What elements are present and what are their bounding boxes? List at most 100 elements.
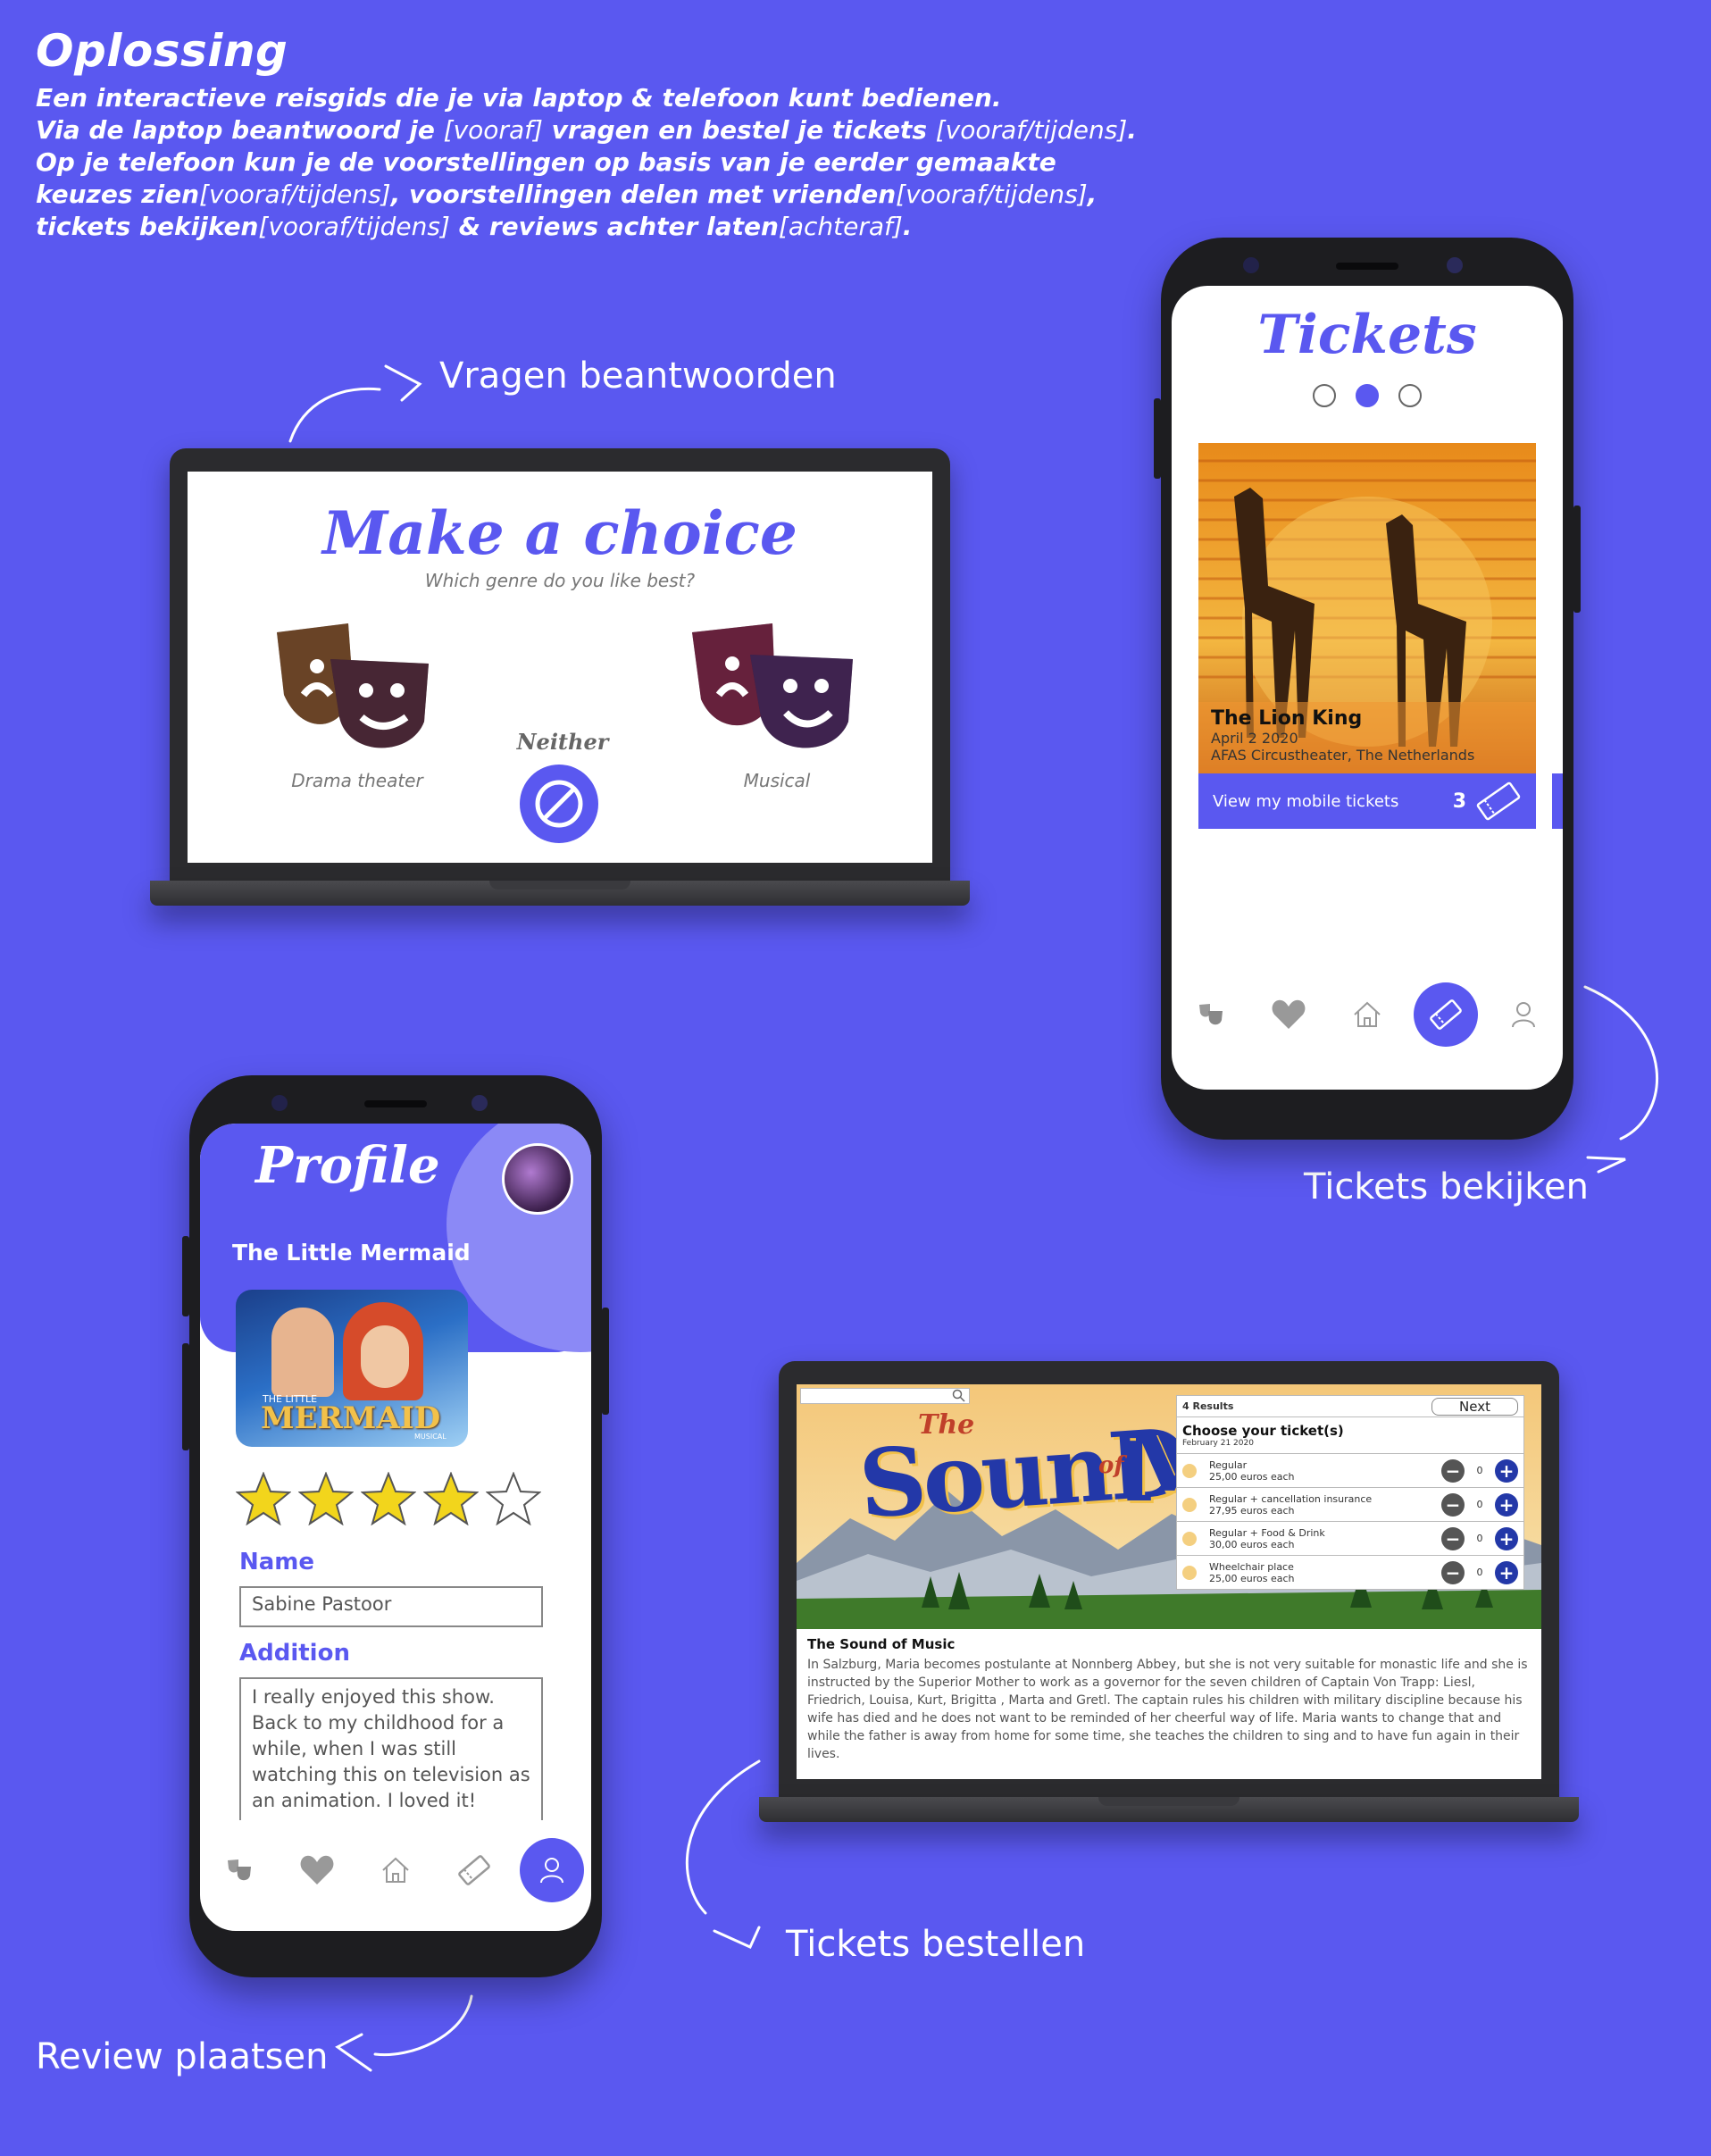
laptop-order: The SounD of M 4 Results Next Choose you…	[759, 1361, 1579, 1826]
star-empty-icon[interactable]	[486, 1472, 541, 1525]
star-filled-icon[interactable]	[423, 1472, 479, 1525]
search-icon[interactable]	[952, 1389, 966, 1403]
nav-genres[interactable]	[1179, 982, 1243, 1047]
decrease-button[interactable]: −	[1441, 1560, 1465, 1584]
poster-of: of	[1098, 1452, 1124, 1479]
search-box[interactable]	[800, 1388, 970, 1404]
increase-button[interactable]: +	[1495, 1526, 1518, 1550]
musical-masks-icon	[692, 623, 853, 748]
star-filled-icon[interactable]	[236, 1472, 291, 1525]
option-bullet	[1182, 1565, 1197, 1580]
phone-speaker	[1336, 263, 1398, 270]
arrow-questions	[288, 387, 381, 443]
nav-home[interactable]	[1335, 982, 1399, 1047]
option-price: 27,95 euros each	[1209, 1504, 1295, 1517]
phone-profile: Profile The Little Mermaid THE LITTLE ME…	[182, 1075, 609, 1977]
caption-view-tickets: Tickets bekijken	[1304, 1166, 1589, 1208]
order-screen: The SounD of M 4 Results Next Choose you…	[797, 1384, 1541, 1779]
musical-option[interactable]	[688, 623, 866, 757]
quantity-value: 0	[1476, 1567, 1483, 1578]
ticket-selection-panel: 4 Results Next Choose your ticket(s) Feb…	[1176, 1395, 1524, 1590]
view-tickets-button[interactable]: View my mobile tickets 3	[1198, 773, 1536, 829]
caption-review: Review plaatsen	[36, 2036, 329, 2077]
phone-sensor	[271, 1095, 288, 1111]
next-button[interactable]: Next	[1431, 1397, 1518, 1416]
description-box: The Sound of Music In Salzburg, Maria be…	[797, 1629, 1541, 1779]
carousel-dot-2[interactable]	[1356, 384, 1379, 407]
nav-profile[interactable]	[520, 1838, 585, 1902]
heart-icon	[300, 1855, 334, 1884]
nav-tickets[interactable]	[442, 1838, 506, 1902]
addition-field[interactable]: I really enjoyed this show. Back to my c…	[239, 1677, 543, 1820]
profile-show-title: The Little Mermaid	[232, 1240, 471, 1266]
nav-home[interactable]	[363, 1838, 428, 1902]
show-venue: AFAS Circustheater, The Netherlands	[1211, 747, 1475, 764]
nav-favorites[interactable]	[285, 1838, 349, 1902]
heart-icon	[1272, 999, 1306, 1029]
profile-title: Profile	[255, 1136, 440, 1195]
ticket-option-row: Regular + Food & Drink 30,00 euros each −0…	[1177, 1521, 1523, 1555]
carousel-dots	[1172, 384, 1563, 407]
name-field[interactable]: Sabine Pastoor	[239, 1586, 543, 1627]
neither-label: Neither	[516, 729, 609, 755]
ticket-option-row: Regular 25,00 euros each −0 +	[1177, 1453, 1523, 1487]
ticket-icon	[1429, 999, 1462, 1030]
quantity-value: 0	[1476, 1465, 1483, 1476]
quantity-value: 0	[1476, 1499, 1483, 1510]
choose-heading: Choose your ticket(s)	[1182, 1423, 1344, 1439]
phone-tickets: Tickets The Lion King April 2 2020 AFAS …	[1154, 238, 1581, 1140]
carousel-dot-1[interactable]	[1313, 384, 1336, 407]
ticket-card[interactable]: The Lion King April 2 2020 AFAS Circusth…	[1198, 443, 1536, 829]
option-name: Regular	[1209, 1458, 1248, 1471]
next-card-peek	[1552, 773, 1563, 829]
phone-speaker	[364, 1100, 427, 1107]
name-label: Name	[239, 1549, 315, 1575]
show-poster: THE LITTLE MERMAID MUSICAL	[236, 1290, 468, 1447]
avatar[interactable]	[502, 1143, 573, 1215]
results-count: 4 Results	[1182, 1400, 1234, 1412]
carousel-dot-3[interactable]	[1398, 384, 1422, 407]
increase-button[interactable]: +	[1495, 1492, 1518, 1517]
view-tickets-label: View my mobile tickets	[1213, 791, 1399, 811]
neither-button[interactable]	[520, 765, 598, 843]
decrease-button[interactable]: −	[1441, 1526, 1465, 1550]
tickets-screen: Tickets The Lion King April 2 2020 AFAS …	[1172, 286, 1563, 1090]
increase-button[interactable]: +	[1495, 1458, 1518, 1483]
choice-screen: Make a choice Which genre do you like be…	[188, 472, 932, 863]
option-price: 30,00 euros each	[1209, 1538, 1295, 1550]
nav-profile[interactable]	[1491, 982, 1556, 1047]
star-filled-icon[interactable]	[298, 1472, 354, 1525]
show-title: The Lion King	[1211, 707, 1363, 730]
increase-button[interactable]: +	[1495, 1560, 1518, 1584]
option-name: Wheelchair place	[1209, 1560, 1294, 1573]
drama-masks-icon	[277, 623, 429, 748]
choice-title: Make a choice	[322, 498, 797, 568]
phone-sensor	[1243, 257, 1259, 273]
star-rating	[236, 1472, 541, 1525]
ticket-options-list: Regular 25,00 euros each −0 + Regular + canc…	[1177, 1453, 1523, 1589]
arrow-order	[685, 1759, 761, 1915]
option-price: 25,00 euros each	[1209, 1470, 1295, 1483]
nav-genres[interactable]	[207, 1838, 271, 1902]
poster-subtitle: MUSICAL	[414, 1433, 447, 1441]
nav-tickets[interactable]	[1413, 982, 1478, 1047]
theater-masks-icon	[1198, 1004, 1223, 1025]
tickets-title: Tickets	[1257, 304, 1477, 366]
show-date: April 2 2020	[1211, 730, 1298, 747]
home-icon	[382, 1857, 409, 1883]
drama-option[interactable]	[268, 623, 447, 757]
ticket-option-row: Regular + cancellation insurance 27,95 eu…	[1177, 1487, 1523, 1521]
option-bullet	[1182, 1497, 1197, 1512]
caption-order-tickets: Tickets bestellen	[786, 1924, 1086, 1965]
ticket-info: The Lion King April 2 2020 AFAS Circusth…	[1198, 702, 1536, 773]
decrease-button[interactable]: −	[1441, 1492, 1465, 1517]
quantity-value: 0	[1476, 1533, 1483, 1544]
description-title: The Sound of Music	[807, 1636, 956, 1652]
option-name: Regular + Food & Drink	[1209, 1526, 1325, 1539]
decrease-button[interactable]: −	[1441, 1458, 1465, 1483]
option-bullet	[1182, 1531, 1197, 1546]
star-filled-icon[interactable]	[361, 1472, 416, 1525]
arrow-tickets-view	[1583, 985, 1658, 1141]
musical-label: Musical	[743, 770, 811, 791]
nav-favorites[interactable]	[1256, 982, 1321, 1047]
